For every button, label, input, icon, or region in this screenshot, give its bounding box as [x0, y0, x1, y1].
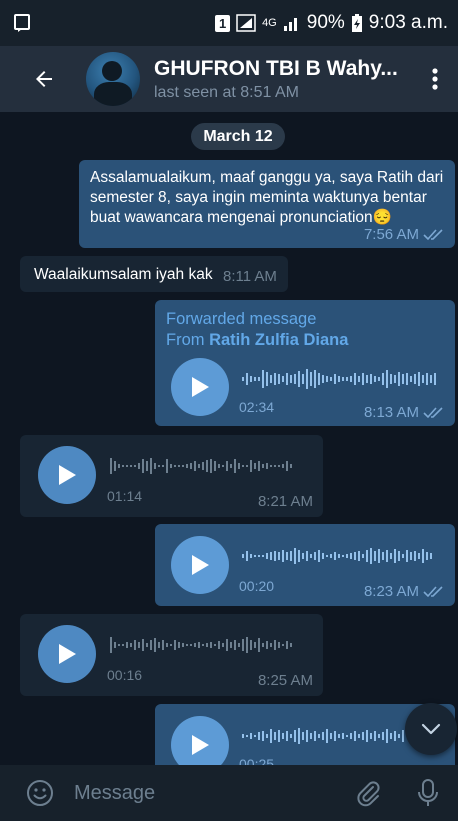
- voice-duration: 01:14: [107, 488, 143, 504]
- message-bubble-outgoing[interactable]: Assalamualaikum, maaf ganggu ya, saya Ra…: [79, 160, 455, 248]
- message-time: 8:13 AM: [363, 404, 419, 421]
- cell-signal-icon: [283, 18, 297, 31]
- forwarded-label: Forwarded message: [166, 310, 317, 328]
- double-check-icon: [423, 228, 443, 240]
- more-vert-icon: [432, 68, 438, 90]
- message-input[interactable]: [72, 780, 316, 806]
- message-text: Assalamualaikum, maaf ganggu ya, saya Ra…: [90, 169, 444, 226]
- voice-message-outgoing[interactable]: 00:20 8:23 AM: [155, 524, 455, 606]
- play-icon: [192, 735, 209, 755]
- message-time: 8:21 AM: [257, 493, 313, 510]
- message-input-bar: [0, 765, 458, 821]
- chat-title-box[interactable]: GHUFRON TBI B Wahy... last seen at 8:51 …: [154, 57, 420, 102]
- smiley-icon: [27, 780, 53, 806]
- battery-percent: 90%: [306, 12, 345, 33]
- signal-icon: [236, 14, 256, 32]
- avatar[interactable]: [86, 52, 140, 106]
- waveform[interactable]: [242, 364, 442, 394]
- last-seen: last seen at 8:51 AM: [154, 83, 299, 101]
- waveform[interactable]: [110, 630, 310, 660]
- play-button[interactable]: [171, 358, 229, 416]
- message-text: Waalaikumsalam iyah kak: [34, 266, 213, 283]
- voice-message-outgoing[interactable]: Forwarded message From Ratih Zulfia Dian…: [155, 300, 455, 426]
- message-meta: 7:56 AM: [364, 226, 445, 243]
- play-icon: [192, 555, 209, 575]
- message-bubble-incoming[interactable]: Waalaikumsalam iyah kak 8:11 AM: [20, 256, 288, 292]
- voice-duration: 00:16: [107, 667, 143, 683]
- forwarded-from-prefix: From: [166, 331, 205, 349]
- chat-header: GHUFRON TBI B Wahy... last seen at 8:51 …: [0, 46, 458, 112]
- date-separator: March 12: [191, 123, 285, 150]
- message-input-wrap: [72, 765, 348, 821]
- play-button[interactable]: [171, 716, 229, 765]
- message-meta: 8:13 AM: [364, 404, 445, 421]
- network-label: 4G: [262, 17, 277, 29]
- status-bar: 1 4G 90% 9:03 a.m.: [0, 0, 458, 46]
- forwarded-from-name: Ratih Zulfia Diana: [209, 331, 349, 349]
- battery-icon: [351, 13, 362, 32]
- voice-record-button[interactable]: [408, 773, 448, 813]
- more-options-button[interactable]: [420, 59, 450, 99]
- message-time: 8:23 AM: [363, 583, 419, 600]
- forwarded-from[interactable]: From Ratih Zulfia Diana: [166, 331, 348, 350]
- play-icon: [59, 465, 76, 485]
- play-button[interactable]: [38, 446, 96, 504]
- waveform[interactable]: [242, 721, 412, 751]
- microphone-icon: [418, 779, 438, 806]
- play-button[interactable]: [38, 625, 96, 683]
- waveform[interactable]: [110, 451, 310, 481]
- message-time: 8:25 AM: [257, 672, 313, 689]
- status-bar-right: 1 4G 90% 9:03 a.m.: [215, 12, 448, 34]
- voice-duration: 02:34: [239, 399, 275, 415]
- play-button[interactable]: [171, 536, 229, 594]
- message-meta: 8:23 AM: [364, 583, 445, 600]
- emoji-button[interactable]: [20, 773, 60, 813]
- waveform[interactable]: [242, 541, 442, 571]
- back-button[interactable]: [24, 59, 64, 99]
- clock: 9:03 a.m.: [368, 12, 448, 33]
- arrow-left-icon: [36, 71, 52, 87]
- voice-duration: 00:20: [239, 578, 275, 594]
- scroll-to-bottom-button[interactable]: [405, 703, 457, 755]
- voice-duration: 00:25: [239, 756, 275, 765]
- status-bar-left: [14, 14, 30, 32]
- paperclip-icon: [357, 781, 380, 807]
- double-check-icon: [423, 406, 443, 418]
- message-time: 8:11 AM: [223, 268, 277, 285]
- chevron-down-icon: [421, 723, 441, 735]
- notification-icon: [14, 14, 30, 32]
- play-icon: [192, 377, 209, 397]
- voice-message-incoming[interactable]: 00:16 8:25 AM: [20, 614, 323, 696]
- double-check-icon: [423, 585, 443, 597]
- chat-title: GHUFRON TBI B Wahy...: [154, 56, 398, 80]
- message-time: 7:56 AM: [363, 226, 419, 243]
- sim-badge: 1: [215, 14, 231, 32]
- play-icon: [59, 644, 76, 664]
- voice-message-incoming[interactable]: 01:14 8:21 AM: [20, 435, 323, 517]
- attach-button[interactable]: [348, 773, 388, 813]
